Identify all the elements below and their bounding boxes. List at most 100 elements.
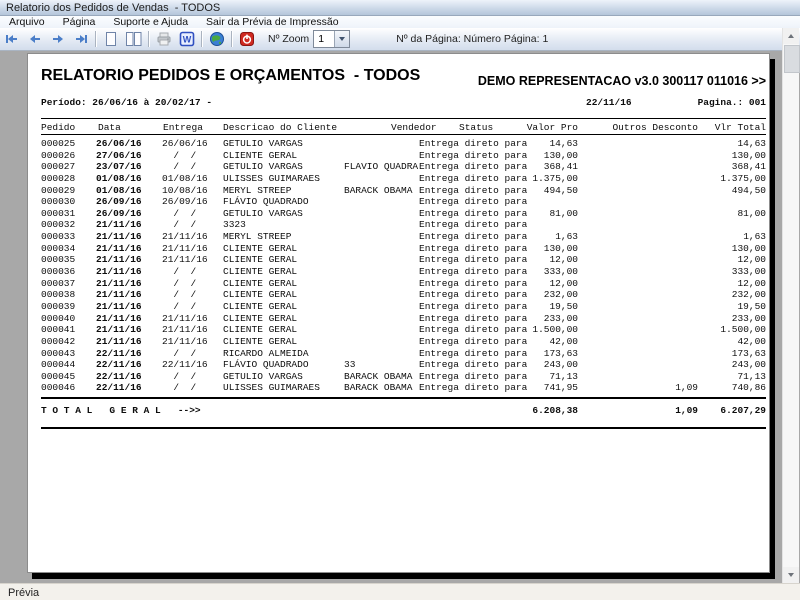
cell-vlr-total: 333,00 <box>666 266 766 277</box>
cell-valor-pro: 741,95 <box>478 382 578 393</box>
scroll-up-button[interactable] <box>783 28 799 44</box>
first-page-button[interactable] <box>1 30 22 48</box>
cell-entrega: / / <box>162 289 196 300</box>
single-page-icon <box>103 31 119 47</box>
cell-vendedor: 33 <box>344 359 355 370</box>
cell-entrega: / / <box>162 301 196 312</box>
cell-data: 21/11/16 <box>96 231 142 242</box>
zoom-select[interactable]: 1 <box>313 30 350 48</box>
zoom-dropdown-button[interactable] <box>334 31 349 47</box>
table-row: 000041 21/11/16 21/11/16 CLIENTE GERAL E… <box>41 324 766 336</box>
prev-page-icon <box>27 31 43 47</box>
next-page-button[interactable] <box>47 30 68 48</box>
cell-data: 23/07/16 <box>96 161 142 172</box>
cell-pedido: 000045 <box>41 371 75 382</box>
zoom-value: 1 <box>314 33 334 45</box>
cell-cliente: 3323 <box>223 219 246 230</box>
menu-item-pagina[interactable]: Página <box>54 16 105 28</box>
cell-data: 26/09/16 <box>96 196 142 207</box>
table-row: 000038 21/11/16 / / CLIENTE GERAL Entreg… <box>41 289 766 301</box>
cell-valor-pro: 233,00 <box>478 313 578 324</box>
cell-pedido: 000033 <box>41 231 75 242</box>
table-row: 000033 21/11/16 21/11/16 MERYL STREEP En… <box>41 231 766 243</box>
next-page-icon <box>50 31 66 47</box>
cell-data: 21/11/16 <box>96 336 142 347</box>
cell-cliente: ULISSES GUIMARAES <box>223 173 320 184</box>
cell-entrega: 21/11/16 <box>162 324 208 335</box>
menu-item-suporte-e-ajuda[interactable]: Suporte e Ajuda <box>104 16 197 28</box>
menu-item-sair-da-previa[interactable]: Sair da Prévia de Impressão <box>197 16 347 28</box>
exit-power-icon <box>239 31 255 47</box>
cell-vlr-total: 173,63 <box>666 348 766 359</box>
cell-data: 21/11/16 <box>96 324 142 335</box>
cell-data: 21/11/16 <box>96 219 142 230</box>
total-label: T O T A L G E R A L -->> <box>41 405 201 416</box>
two-pages-view-button[interactable] <box>123 30 144 48</box>
single-page-view-button[interactable] <box>100 30 121 48</box>
cell-data: 21/11/16 <box>96 313 142 324</box>
cell-cliente: FLÁVIO QUADRADO <box>223 196 309 207</box>
cell-entrega: / / <box>162 371 196 382</box>
chevron-down-icon <box>339 37 345 41</box>
cell-data: 22/11/16 <box>96 371 142 382</box>
rule-below-header <box>41 134 766 135</box>
cell-entrega: / / <box>162 150 196 161</box>
cell-data: 26/06/16 <box>96 138 142 149</box>
cell-valor-pro: 1.500,00 <box>478 324 578 335</box>
last-page-button[interactable] <box>70 30 91 48</box>
exit-button[interactable] <box>236 30 257 48</box>
cell-vlr-total: 1.375,00 <box>666 173 766 184</box>
cell-entrega: 21/11/16 <box>162 254 208 265</box>
scroll-thumb[interactable] <box>784 45 800 73</box>
vertical-scrollbar[interactable] <box>782 28 799 583</box>
cell-pedido: 000046 <box>41 382 75 393</box>
report-page-number: Pagina.: 001 <box>666 97 766 108</box>
cell-data: 01/08/16 <box>96 185 142 196</box>
cell-vlr-total: 81,00 <box>666 208 766 219</box>
toolbar-separator <box>231 31 232 47</box>
table-row: 000045 22/11/16 / / GETULIO VARGAS BARAC… <box>41 371 766 383</box>
export-word-button[interactable]: W <box>176 30 197 48</box>
print-button[interactable] <box>153 30 174 48</box>
cell-entrega: / / <box>162 219 196 230</box>
cell-valor-pro: 243,00 <box>478 359 578 370</box>
cell-cliente: MERYL STREEP <box>223 231 291 242</box>
web-button[interactable] <box>206 30 227 48</box>
cell-cliente: CLIENTE GERAL <box>223 254 297 265</box>
cell-cliente: RICARDO ALMEIDA <box>223 348 309 359</box>
cell-valor-pro: 368,41 <box>478 161 578 172</box>
cell-pedido: 000027 <box>41 161 75 172</box>
status-label: Prévia <box>0 587 39 599</box>
cell-vlr-total: 232,00 <box>666 289 766 300</box>
window-title: Relatorio dos Pedidos de Vendas - TODOS <box>0 2 220 14</box>
cell-pedido: 000025 <box>41 138 75 149</box>
toolbar: W Nº Zoom 1 Nº da Págin <box>0 28 800 51</box>
menu-item-arquivo[interactable]: Arquivo <box>0 16 54 28</box>
table-row: 000027 23/07/16 / / GETULIO VARGAS FLAVI… <box>41 161 766 173</box>
cell-cliente: GETULIO VARGAS <box>223 371 303 382</box>
table-row: 000043 22/11/16 / / RICARDO ALMEIDA Entr… <box>41 348 766 360</box>
cell-status: Entrega direto para <box>419 196 527 207</box>
cell-entrega: 21/11/16 <box>162 231 208 242</box>
cell-cliente: CLIENTE GERAL <box>223 289 297 300</box>
cell-entrega: / / <box>162 382 196 393</box>
column-header-vlr-total: Vlr Total <box>666 122 766 133</box>
cell-cliente: CLIENTE GERAL <box>223 336 297 347</box>
cell-pedido: 000036 <box>41 266 75 277</box>
cell-pedido: 000032 <box>41 219 75 230</box>
cell-vlr-total: 19,50 <box>666 301 766 312</box>
preview-canvas: RELATORIO PEDIDOS E ORÇAMENTOS - TODOS D… <box>0 51 800 583</box>
cell-vlr-total: 14,63 <box>666 138 766 149</box>
cell-vendedor: BARACK OBAMA <box>344 185 412 196</box>
cell-data: 22/11/16 <box>96 382 142 393</box>
cell-entrega: / / <box>162 161 196 172</box>
table-row: 000028 01/08/16 01/08/16 ULISSES GUIMARA… <box>41 173 766 185</box>
app-window: Relatorio dos Pedidos de Vendas - TODOS … <box>0 0 800 600</box>
prev-page-button[interactable] <box>24 30 45 48</box>
cell-data: 21/11/16 <box>96 289 142 300</box>
cell-cliente: MERYL STREEP <box>223 185 291 196</box>
scroll-down-button[interactable] <box>783 567 799 583</box>
cell-pedido: 000028 <box>41 173 75 184</box>
cell-valor-pro: 494,50 <box>478 185 578 196</box>
cell-data: 21/11/16 <box>96 278 142 289</box>
